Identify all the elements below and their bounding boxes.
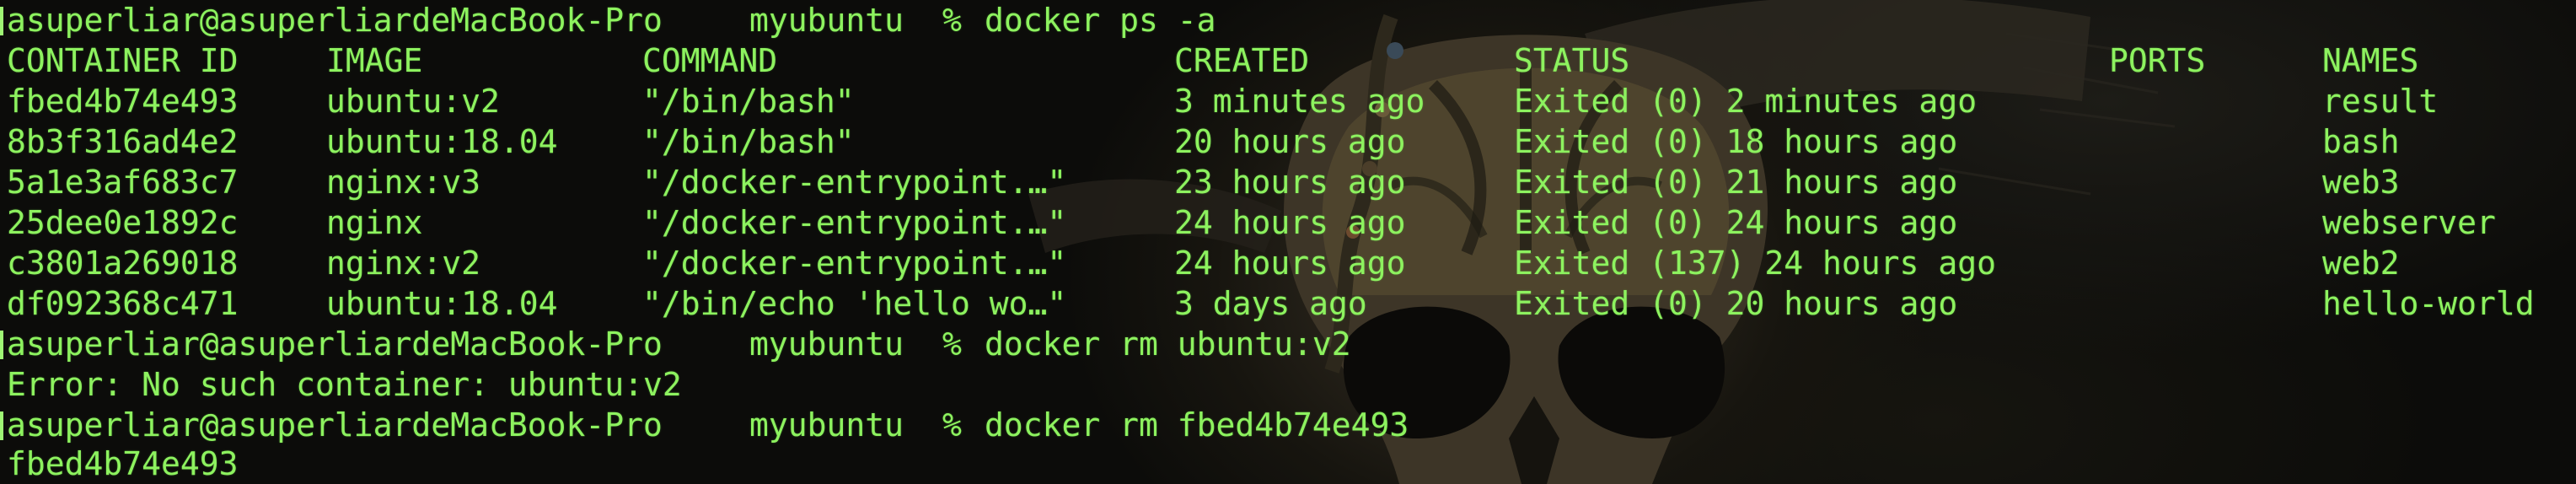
cell-created: 24 hours ago	[1174, 245, 1406, 282]
removed-container-id: fbed4b74e493	[7, 445, 239, 482]
cell-names: bash	[2322, 123, 2400, 160]
prompt-command: docker rm fbed4b74e493	[985, 406, 1409, 444]
header-image: IMAGE	[326, 42, 423, 79]
cell-command: "/bin/bash"	[642, 123, 855, 160]
line-marker	[0, 331, 3, 359]
line-marker	[0, 7, 3, 35]
prompt-user-host: asuperliar@asuperliardeMacBook-Pro	[7, 2, 663, 39]
table-row: 8b3f316ad4e2 ubuntu:18.04 "/bin/bash" 20…	[0, 121, 2576, 162]
cell-command: "/docker-entrypoint.…"	[642, 245, 1067, 282]
cell-container-id: c3801a269018	[7, 245, 239, 282]
cell-container-id: 25dee0e1892c	[7, 204, 239, 241]
cell-names: webserver	[2322, 204, 2496, 241]
header-names: NAMES	[2322, 42, 2419, 79]
prompt-cwd: myubuntu	[749, 406, 904, 444]
cell-command: "/docker-entrypoint.…"	[642, 164, 1067, 201]
prompt-symbol: %	[942, 2, 962, 39]
header-status: STATUS	[1514, 42, 1630, 79]
cell-names: web3	[2322, 164, 2400, 201]
header-command: COMMAND	[642, 42, 778, 79]
prompt-line: asuperliar@asuperliardeMacBook-Pro myubu…	[0, 0, 2576, 40]
error-message: Error: No such container: ubuntu:v2	[7, 366, 682, 403]
table-row: 5a1e3af683c7 nginx:v3 "/docker-entrypoin…	[0, 162, 2576, 202]
cell-status: Exited (0) 21 hours ago	[1514, 164, 1958, 201]
cell-image: nginx	[326, 204, 423, 241]
terminal-output: asuperliar@asuperliardeMacBook-Pro myubu…	[0, 0, 2576, 484]
cell-names: result	[2322, 83, 2439, 120]
cell-status: Exited (0) 18 hours ago	[1514, 123, 1958, 160]
line-marker	[0, 411, 3, 440]
prompt-symbol: %	[942, 406, 962, 444]
prompt-command: docker ps -a	[985, 2, 1216, 39]
prompt-user-host: asuperliar@asuperliardeMacBook-Pro	[7, 325, 663, 363]
cell-image: ubuntu:v2	[326, 83, 500, 120]
prompt-cwd: myubuntu	[749, 325, 904, 363]
table-row: fbed4b74e493 ubuntu:v2 "/bin/bash" 3 min…	[0, 81, 2576, 121]
prompt-line: asuperliar@asuperliardeMacBook-Pro myubu…	[0, 405, 2576, 445]
cell-created: 24 hours ago	[1174, 204, 1406, 241]
cell-created: 3 days ago	[1174, 285, 1367, 322]
header-created: CREATED	[1174, 42, 1310, 79]
cell-names: web2	[2322, 245, 2400, 282]
output-line: Error: No such container: ubuntu:v2	[0, 364, 2576, 405]
prompt-cwd: myubuntu	[749, 2, 904, 39]
cell-status: Exited (137) 24 hours ago	[1514, 245, 1996, 282]
cell-image: nginx:v2	[326, 245, 481, 282]
prompt-command: docker rm ubuntu:v2	[985, 325, 1351, 363]
prompt-user-host: asuperliar@asuperliardeMacBook-Pro	[7, 406, 663, 444]
table-row: 25dee0e1892c nginx "/docker-entrypoint.……	[0, 202, 2576, 243]
cell-command: "/bin/echo 'hello wo…"	[642, 285, 1067, 322]
cell-command: "/docker-entrypoint.…"	[642, 204, 1067, 241]
cell-names: hello-world	[2322, 285, 2535, 322]
table-row: c3801a269018 nginx:v2 "/docker-entrypoin…	[0, 243, 2576, 283]
header-container-id: CONTAINER ID	[7, 42, 239, 79]
cell-image: ubuntu:18.04	[326, 285, 558, 322]
cell-container-id: df092368c471	[7, 285, 239, 322]
header-ports: PORTS	[2109, 42, 2206, 79]
cell-image: nginx:v3	[326, 164, 481, 201]
cell-status: Exited (0) 20 hours ago	[1514, 285, 1958, 322]
cell-created: 23 hours ago	[1174, 164, 1406, 201]
cell-container-id: fbed4b74e493	[7, 83, 239, 120]
cell-container-id: 5a1e3af683c7	[7, 164, 239, 201]
cell-container-id: 8b3f316ad4e2	[7, 123, 239, 160]
cell-created: 3 minutes ago	[1174, 83, 1425, 120]
output-line: fbed4b74e493	[0, 444, 2576, 484]
prompt-line: asuperliar@asuperliardeMacBook-Pro myubu…	[0, 324, 2576, 364]
terminal-window[interactable]: asuperliar@asuperliardeMacBook-Pro myubu…	[0, 0, 2576, 484]
cell-command: "/bin/bash"	[642, 83, 855, 120]
table-header-row: CONTAINER ID IMAGE COMMAND CREATED STATU…	[0, 40, 2576, 81]
table-row: df092368c471 ubuntu:18.04 "/bin/echo 'he…	[0, 283, 2576, 324]
cell-image: ubuntu:18.04	[326, 123, 558, 160]
cell-status: Exited (0) 24 hours ago	[1514, 204, 1958, 241]
prompt-symbol: %	[942, 325, 962, 363]
cell-created: 20 hours ago	[1174, 123, 1406, 160]
cell-status: Exited (0) 2 minutes ago	[1514, 83, 1978, 120]
